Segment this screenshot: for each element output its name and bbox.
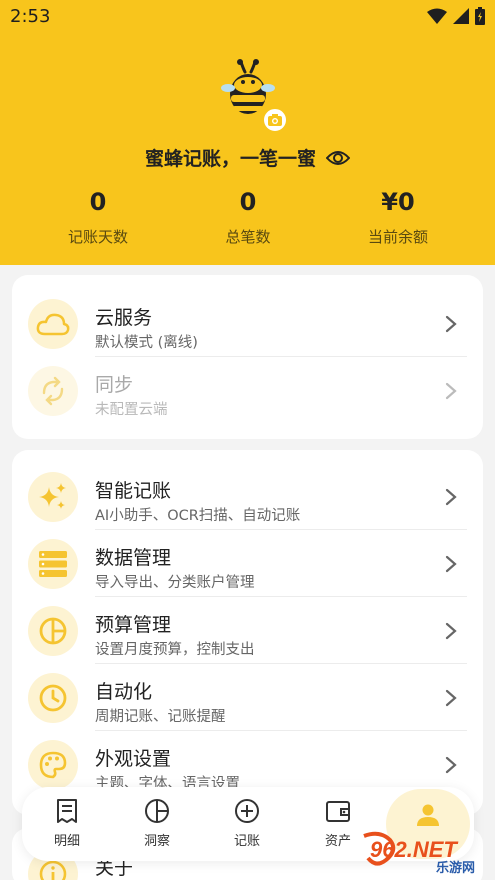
- wifi-icon: [427, 8, 447, 24]
- clock-icon: [39, 684, 67, 712]
- chevron-right-icon: [445, 756, 457, 774]
- sync-title: 同步: [95, 374, 134, 396]
- sparkle-icon: [39, 483, 66, 509]
- signal-icon: [453, 8, 469, 24]
- stat-balance: ¥0 当前余额: [328, 188, 468, 247]
- stat-count-value: 0: [239, 188, 257, 216]
- chevron-right-icon: [445, 555, 457, 573]
- nav-details-label: 明细: [53, 834, 80, 849]
- battery-icon: [475, 7, 485, 25]
- chevron-right-icon: [445, 315, 457, 333]
- status-bar: 2:53: [0, 0, 495, 36]
- stat-balance-label: 当前余额: [367, 228, 428, 246]
- cloud-service-subtitle: 默认模式 (离线): [95, 335, 198, 351]
- camera-icon: [268, 114, 282, 126]
- chevron-right-icon: [445, 382, 457, 400]
- cloud-icon: [36, 313, 70, 336]
- sync-icon: [42, 376, 64, 406]
- wallet-icon: [326, 801, 350, 822]
- automation-subtitle: 周期记账、记账提醒: [95, 709, 226, 725]
- status-time: 2:53: [10, 6, 51, 27]
- cloud-service-row[interactable]: 云服务 默认模式 (离线): [28, 290, 467, 357]
- stat-balance-value: ¥0: [381, 188, 415, 216]
- cloud-service-title: 云服务: [95, 307, 153, 329]
- watermark-brand: 962.NET: [370, 837, 458, 862]
- budget-management-title: 预算管理: [95, 614, 172, 636]
- data-management-title: 数据管理: [95, 547, 172, 569]
- pie-icon-circle: [28, 606, 78, 656]
- stat-days-value: 0: [89, 188, 107, 216]
- nav-insights-label: 洞察: [143, 834, 170, 849]
- budget-management-row[interactable]: 预算管理 设置月度预算，控制支出: [28, 597, 467, 664]
- data-management-subtitle: 导入导出、分类账户管理: [95, 575, 255, 591]
- palette-icon: [39, 751, 67, 779]
- person-icon: [417, 804, 439, 826]
- smart-bookkeeping-row[interactable]: 智能记账 AI小助手、OCR扫描、自动记账: [28, 463, 467, 530]
- stat-count: 0 总笔数: [178, 188, 318, 247]
- automation-row[interactable]: 自动化 周期记账、记账提醒: [28, 664, 467, 731]
- palette-icon-circle: [28, 740, 78, 790]
- watermark-sub: 乐游网: [436, 860, 475, 875]
- slogan-text: 蜜蜂记账，一笔一蜜: [144, 148, 316, 170]
- slogan-row: 蜜蜂记账，一笔一蜜: [0, 144, 495, 171]
- nav-insights[interactable]: 洞察: [122, 797, 192, 849]
- stat-days: 0 记账天数: [28, 188, 168, 247]
- stats-row: 0 记账天数 0 总笔数 ¥0 当前余额: [0, 188, 495, 252]
- nav-add-record[interactable]: 记账: [212, 797, 282, 849]
- appearance-title: 外观设置: [95, 748, 172, 770]
- sync-row[interactable]: 同步 未配置云端: [28, 357, 467, 424]
- clock-icon-circle: [28, 673, 78, 723]
- profile-header: 2:53 蜜蜂记账，一笔一蜜 0 记账天数 0 总笔数 ¥0 当前余额: [0, 0, 495, 265]
- sync-subtitle: 未配置云端: [95, 402, 168, 418]
- automation-title: 自动化: [95, 681, 153, 703]
- data-management-row[interactable]: 数据管理 导入导出、分类账户管理: [28, 530, 467, 597]
- eye-icon[interactable]: [326, 149, 350, 167]
- nav-add-record-label: 记账: [233, 834, 260, 849]
- info-icon: [39, 860, 67, 880]
- status-icons: [427, 7, 485, 25]
- change-avatar-button[interactable]: [262, 107, 288, 133]
- sparkle-icon-circle: [28, 472, 78, 522]
- chevron-right-icon: [445, 488, 457, 506]
- smart-bookkeeping-title: 智能记账: [95, 480, 172, 502]
- cloud-icon-circle: [28, 299, 78, 349]
- chevron-right-icon: [445, 689, 457, 707]
- sync-icon-circle: [28, 366, 78, 416]
- features-card: 智能记账 AI小助手、OCR扫描、自动记账 数据管理 导入导出、分类账户管理 预…: [12, 450, 483, 815]
- stat-count-label: 总笔数: [225, 228, 271, 246]
- receipt-icon: [57, 799, 77, 823]
- watermark-logo: 962.NET 乐游网: [360, 830, 490, 876]
- chevron-right-icon: [445, 622, 457, 640]
- budget-management-subtitle: 设置月度预算，控制支出: [95, 642, 255, 658]
- watermark-graphic: 962.NET 乐游网: [363, 831, 475, 876]
- plus-circle-icon: [235, 799, 259, 823]
- stat-days-label: 记账天数: [67, 228, 128, 246]
- storage-icon: [39, 551, 67, 577]
- cloud-card: 云服务 默认模式 (离线) 同步 未配置云端: [12, 275, 483, 439]
- pie-chart-icon: [39, 617, 67, 645]
- pie-chart-icon: [145, 799, 169, 823]
- storage-icon-circle: [28, 539, 78, 589]
- nav-details[interactable]: 明细: [32, 797, 102, 849]
- smart-bookkeeping-subtitle: AI小助手、OCR扫描、自动记账: [95, 508, 301, 524]
